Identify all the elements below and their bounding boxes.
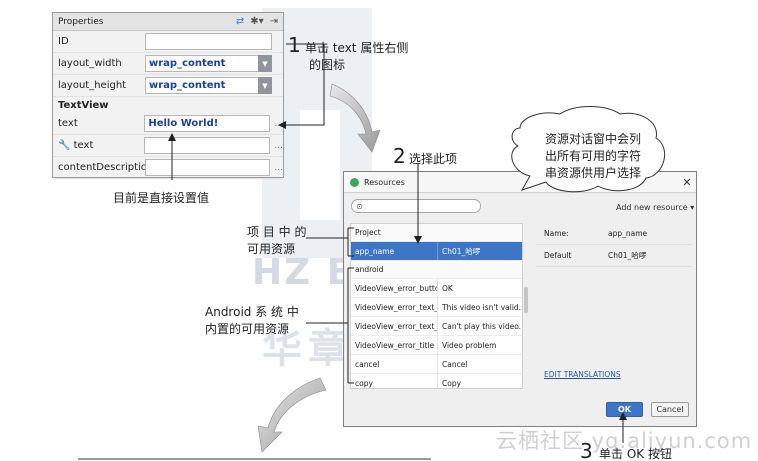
project-note-line2: 可用资源 — [247, 242, 296, 257]
step1-line2: 的图标 — [309, 58, 346, 73]
step2-arrowhead — [414, 236, 422, 244]
project-resources-note: 项 目 中 的 可用资源 — [247, 224, 306, 259]
android-note-line2: 内置的可用资源 — [205, 322, 290, 337]
step3-text: 单击 OK 按钮 — [599, 447, 672, 461]
bubble-text: 资源对话窗中会列 出所有可用的字符 串资源供用户选择 — [533, 131, 653, 181]
step3-number: 3 — [580, 439, 593, 461]
step1-number: 1 — [288, 33, 301, 57]
step1-line1: 单击 text 属性右侧 — [305, 41, 409, 55]
project-bracket — [306, 227, 354, 257]
android-note-line1: Android 系 统 中 — [205, 305, 299, 319]
step2-text: 选择此项 — [409, 152, 458, 166]
step1-arrowhead — [278, 121, 286, 129]
project-note-line1: 项 目 中 的 — [247, 225, 307, 239]
step3-arrowhead — [619, 412, 627, 420]
android-bracket — [306, 267, 354, 384]
value-note-arrowhead — [168, 133, 176, 141]
bubble-line2: 出所有可用的字符 — [544, 148, 641, 163]
android-resources-note: Android 系 统 中 内置的可用资源 — [205, 304, 299, 339]
curved-arrow-2 — [257, 377, 327, 453]
step1-text: 单击 text 属性右侧 的图标 — [305, 40, 408, 75]
step2-number: 2 — [393, 144, 406, 168]
current-value-note: 目前是直接设置值 — [113, 191, 210, 205]
bubble-line3: 串资源供用户选择 — [544, 165, 641, 180]
curved-arrow-1 — [329, 83, 381, 153]
bubble-line1: 资源对话窗中会列 — [544, 132, 641, 146]
